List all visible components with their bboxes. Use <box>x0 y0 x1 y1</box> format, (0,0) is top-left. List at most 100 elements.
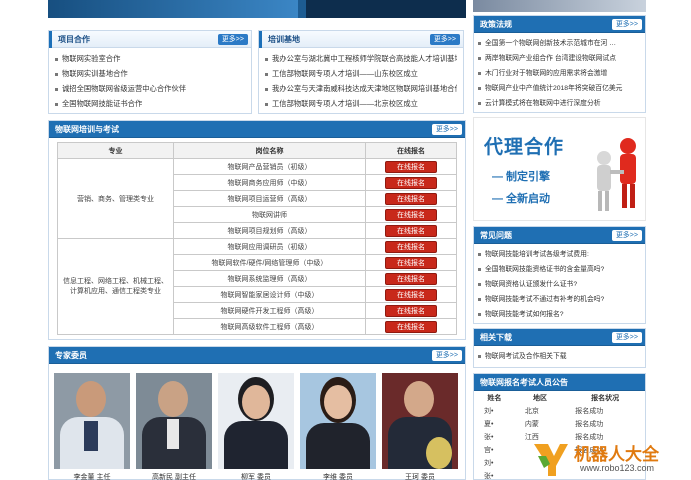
report-title: 物联网报名考试人员公告 <box>480 378 568 387</box>
top-right-banner <box>473 0 646 12</box>
register-button[interactable]: 在线报名 <box>385 288 437 301</box>
col-header-register: 在线报名 <box>365 142 457 159</box>
position-cell: 物联网高级软件工程师（高级） <box>173 318 366 335</box>
faq-title: 常见问题 <box>480 231 512 240</box>
major-cell: 信息工程、网络工程、机械工程、计算机应用、通信工程类专业 <box>57 238 174 335</box>
register-button[interactable]: 在线报名 <box>385 192 437 205</box>
position-cell: 物联网产品营销员（初级） <box>173 158 366 175</box>
news-more-link[interactable]: 更多>> <box>611 19 642 30</box>
expert-name: 李金董 主任 <box>73 474 111 480</box>
list-item[interactable]: 木门行业对于物联网的应用需求将会激增 <box>478 66 641 81</box>
expert-name: 王珂 委员 <box>405 474 435 480</box>
experts-panel: 专家委员 更多>> 李金董 主任 高新民 副主任 柳军 委员 李维 委员 王珂 … <box>48 346 466 480</box>
expert-card[interactable]: 王珂 委员 <box>382 373 458 480</box>
expert-card[interactable]: 李金董 主任 <box>54 373 130 480</box>
register-button[interactable]: 在线报名 <box>385 320 437 333</box>
training-table: 专业 岗位名称 在线报名 营销、商务、管理类专业 物联网产品营销员（初级） 在线… <box>57 142 457 335</box>
training-more-link[interactable]: 更多>> <box>431 124 462 135</box>
list-item[interactable]: 云计算模式将在物联网中进行深度分析 <box>478 96 641 111</box>
related-more-link[interactable]: 更多>> <box>611 332 642 343</box>
related-title: 相关下载 <box>480 333 512 342</box>
training-title: 物联网培训与考试 <box>55 125 119 134</box>
report-header: 物联网报名考试人员公告 <box>474 374 645 391</box>
list-item[interactable]: 物联网实验室合作 <box>55 51 245 66</box>
ad-line-1: — 制定引擎 <box>492 171 551 183</box>
expert-photo <box>300 373 376 469</box>
experts-title: 专家委员 <box>55 351 87 360</box>
project-panel: 项目合作 更多>> 物联网实验室合作 物联网实训基地合作 诚招全国物联网省级运营… <box>48 30 252 114</box>
list-item[interactable]: 物联网产业中产值统计2018年将突破百亿美元 <box>478 81 641 96</box>
ad-line-2: — 全新启动 <box>492 193 551 205</box>
expert-photo <box>382 373 458 469</box>
training-base-more-link[interactable]: 更多>> <box>429 34 460 45</box>
col-header-major: 专业 <box>57 142 174 159</box>
watermark-brand: 机器人大全 <box>574 445 659 464</box>
training-header: 物联网培训与考试 更多>> <box>49 121 465 138</box>
register-button[interactable]: 在线报名 <box>385 272 437 285</box>
list-item[interactable]: 全国物联网技能证书合作 <box>55 96 245 111</box>
list-item[interactable]: 物联网资格认证颁发什么证书? <box>478 277 641 292</box>
list-item[interactable]: 我办公室与湖北冀中工程核师学院联合高技能人才培训基地签约 <box>265 51 457 66</box>
register-button[interactable]: 在线报名 <box>385 208 437 221</box>
faq-list: 物联网技能培训考试各级考试费用: 全国物联网技能资格证书的含金量高吗? 物联网资… <box>474 244 645 325</box>
expert-card[interactable]: 高新民 副主任 <box>136 373 212 480</box>
col-header-position: 岗位名称 <box>173 142 366 159</box>
ad-title: 代理合作 <box>484 137 565 158</box>
expert-photo <box>54 373 130 469</box>
list-item[interactable]: 物联网技能考试不通过有补考的机会吗? <box>478 292 641 307</box>
related-header: 相关下载 更多>> <box>474 329 645 346</box>
list-item[interactable]: 诚招全国物联网省级运营中心合作伙伴 <box>55 81 245 96</box>
expert-name: 李维 委员 <box>323 474 353 480</box>
project-title: 项目合作 <box>49 31 96 48</box>
related-list: 物联网考试及合作相关下载 <box>474 346 645 367</box>
register-button[interactable]: 在线报名 <box>385 224 437 237</box>
list-item[interactable]: 全国第一个物联网创新技术示范城市在河 … <box>478 36 641 51</box>
list-item[interactable]: 物联网技能考试如何报名? <box>478 307 641 322</box>
faq-header: 常见问题 更多>> <box>474 227 645 244</box>
expert-card[interactable]: 李维 委员 <box>300 373 376 480</box>
expert-photo <box>218 373 294 469</box>
list-item[interactable]: 我办公室与天津南威科技达成天津地区物联网培训基地合作协议 <box>265 81 457 96</box>
list-item[interactable]: 物联网实训基地合作 <box>55 66 245 81</box>
table-row: 刘• 北京 报名成功 <box>484 407 604 415</box>
table-row: 营销、商务、管理类专业 物联网产品营销员（初级） 在线报名 <box>57 158 457 239</box>
news-title: 政策法规 <box>480 20 512 29</box>
training-base-list: 我办公室与湖北冀中工程核师学院联合高技能人才培训基地签约 工信部物联网专项人才培… <box>259 48 463 114</box>
register-button[interactable]: 在线报名 <box>385 160 437 173</box>
list-item[interactable]: 工信部物联网专项人才培训——山东校区成立 <box>265 66 457 81</box>
experts-more-link[interactable]: 更多>> <box>431 350 462 361</box>
register-button[interactable]: 在线报名 <box>385 240 437 253</box>
project-header: 项目合作 更多>> <box>49 31 251 48</box>
list-item[interactable]: 工信部物联网专项人才培训——北京校区成立 <box>265 96 457 111</box>
expert-name: 柳军 委员 <box>241 474 271 480</box>
robot-handshake-icon <box>597 138 636 211</box>
watermark-url: www.robo123.com <box>580 463 655 473</box>
list-item[interactable]: 物联网技能培训考试各级考试费用: <box>478 247 641 262</box>
project-more-link[interactable]: 更多>> <box>217 34 248 45</box>
expert-card[interactable]: 柳军 委员 <box>218 373 294 480</box>
list-item[interactable]: 物联网考试及合作相关下载 <box>478 349 641 364</box>
related-panel: 相关下载 更多>> 物联网考试及合作相关下载 <box>473 328 646 368</box>
position-cell: 物联网项目运营师（高级） <box>173 190 366 207</box>
register-button[interactable]: 在线报名 <box>385 256 437 269</box>
agency-ad-banner[interactable]: 代理合作 — 制定引擎 — 全新启动 <box>473 117 646 221</box>
table-row: 信息工程、网络工程、机械工程、计算机应用、通信工程类专业 物联网应用调研员（初级… <box>57 238 457 335</box>
col-header-status: 报名状况 <box>591 394 620 402</box>
position-cell: 物联网系统监理师（高级） <box>173 270 366 287</box>
news-list: 全国第一个物联网创新技术示范城市在河 … 两岸物联网产业组合作 台湾建设物联网试… <box>474 33 645 114</box>
list-item[interactable]: 两岸物联网产业组合作 台湾建设物联网试点 <box>478 51 641 66</box>
faq-panel: 常见问题 更多>> 物联网技能培训考试各级考试费用: 全国物联网技能资格证书的含… <box>473 226 646 324</box>
col-header-region: 地区 <box>533 394 548 402</box>
table-row: 夏• 内蒙 报名成功 <box>484 420 604 428</box>
register-button[interactable]: 在线报名 <box>385 176 437 189</box>
position-cell: 物联网软件/硬件/网络管理师（中级） <box>173 254 366 271</box>
list-item[interactable]: 全国物联网技能资格证书的含金量高吗? <box>478 262 641 277</box>
experts-header: 专家委员 更多>> <box>49 347 465 364</box>
register-button[interactable]: 在线报名 <box>385 304 437 317</box>
robo-logo-icon <box>534 444 568 476</box>
position-cell: 物联网智能家居设计师（中级） <box>173 286 366 303</box>
faq-more-link[interactable]: 更多>> <box>611 230 642 241</box>
top-banner <box>48 0 466 18</box>
expert-name: 高新民 副主任 <box>152 474 196 480</box>
position-cell: 物联网讲师 <box>173 206 366 223</box>
